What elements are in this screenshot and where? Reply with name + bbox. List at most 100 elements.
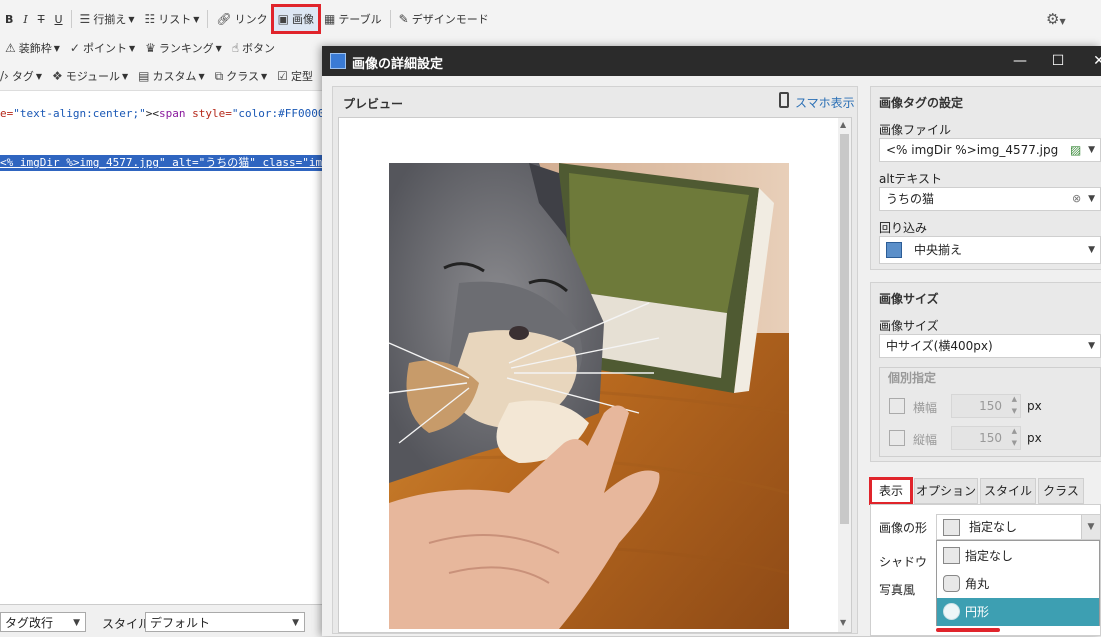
tab-style[interactable]: スタイル	[980, 478, 1036, 504]
code-tag: span	[158, 107, 186, 120]
image-label: 画像	[291, 13, 314, 26]
shape-option-circle[interactable]: 円形	[937, 598, 1099, 626]
smartphone-view-link[interactable]: スマホ表示	[795, 94, 855, 111]
image-shape-dropdown: 指定なし 角丸 円形	[936, 540, 1100, 626]
chevron-down-icon: ▼	[35, 71, 42, 81]
template-label: 定型	[290, 70, 313, 83]
image-size-select[interactable]: 中サイズ(横400px) ▼	[879, 334, 1101, 358]
preview-label: プレビュー	[343, 97, 404, 111]
point-button[interactable]: ✓ ポイント ▼	[65, 36, 140, 60]
chevron-down-icon[interactable]: ▼	[1081, 515, 1100, 539]
width-input[interactable]: 150 ▲ ▼	[951, 394, 1021, 418]
minimize-icon[interactable]: —	[1000, 50, 1040, 72]
table-button[interactable]: ▦ テーブル	[319, 7, 387, 31]
width-value: 150	[979, 399, 1002, 413]
image-add-icon[interactable]: ▨	[1070, 139, 1081, 161]
linebreak-select[interactable]: タグ改行 ▼	[0, 612, 86, 632]
chevron-down-icon: ▼	[215, 43, 222, 53]
stepper-icon[interactable]: ▲ ▼	[1012, 427, 1017, 449]
style-label: スタイル	[102, 617, 151, 631]
bold-button[interactable]: B	[0, 7, 18, 31]
code-editor[interactable]: e="text-align:center;"><span style="colo…	[0, 90, 355, 605]
close-icon[interactable]: ✕	[1079, 50, 1101, 72]
list-button[interactable]: ☷ リスト ▼	[139, 7, 204, 31]
custom-label: カスタム	[152, 70, 197, 83]
ranking-button[interactable]: ♛ ランキング ▼	[140, 36, 227, 60]
toolbar-divider	[70, 10, 72, 28]
ranking-label: ランキング	[158, 42, 214, 55]
tab-display[interactable]: 表示	[869, 477, 913, 505]
alt-text-input[interactable]: うちの猫 ⊗ ▼	[879, 187, 1101, 211]
template-icon: ☑	[277, 69, 288, 83]
class-icon: ⧉	[214, 68, 224, 83]
code-line-1: e="text-align:center;"><span style="colo…	[0, 105, 355, 121]
height-input[interactable]: 150 ▲ ▼	[951, 426, 1021, 450]
align-button[interactable]: ☰ 行揃え ▼	[75, 7, 140, 31]
style-select[interactable]: デフォルト ▼	[145, 612, 305, 632]
chevron-down-icon[interactable]: ▼	[1088, 139, 1095, 161]
alt-text-label: altテキスト	[879, 172, 943, 186]
height-label: 縦幅	[913, 433, 938, 447]
scroll-up-icon[interactable]: ▲	[840, 120, 846, 129]
image-tag-section: 画像タグの設定 画像ファイル <% imgDir %>img_4577.jpg …	[870, 86, 1101, 270]
list-label: リスト	[158, 13, 192, 26]
tab-class[interactable]: クラス	[1038, 478, 1084, 504]
chevron-down-icon[interactable]: ▼	[1088, 237, 1095, 263]
shape-option-none[interactable]: 指定なし	[937, 542, 1099, 570]
width-unit: px	[1027, 399, 1042, 413]
image-size-value: 中サイズ(横400px)	[886, 339, 993, 353]
crown-icon: ♛	[145, 41, 156, 55]
module-button[interactable]: ❖ モジュール ▼	[47, 64, 133, 88]
image-file-input[interactable]: <% imgDir %>img_4577.jpg ▨ ▼	[879, 138, 1101, 162]
photo-style-label: 写真風	[879, 583, 916, 597]
dialog-title-bar[interactable]: 画像の詳細設定 — ☐ ✕	[322, 46, 1101, 76]
shape-square-icon	[943, 547, 960, 564]
link-button[interactable]: 🔗︎ リンク	[211, 7, 272, 31]
code-string: "text-align:center;"	[13, 107, 146, 120]
code-line-selected[interactable]: <% imgDir %>img_4577.jpg" alt="うちの猫" cla…	[0, 155, 336, 171]
table-icon: ▦	[323, 12, 336, 26]
toolbar-row-2: ⚠ 装飾枠 ▼ ✓ ポイント ▼ ♛ ランキング ▼ ☝ ボタン	[0, 34, 280, 62]
design-mode-button[interactable]: ✎ デザインモード	[394, 7, 494, 31]
strike-button[interactable]: T	[33, 7, 50, 31]
point-label: ポイント	[82, 42, 127, 55]
app-icon	[330, 53, 346, 69]
button-label: ボタン	[242, 42, 276, 55]
wrap-select[interactable]: 中央揃え ▼	[879, 236, 1101, 264]
tab-option[interactable]: オプション	[914, 478, 978, 504]
shape-circle-icon	[943, 603, 960, 620]
scroll-down-icon[interactable]: ▼	[840, 618, 846, 627]
height-value: 150	[979, 431, 1002, 445]
design-mode-label: デザインモード	[411, 13, 489, 26]
smartphone-icon[interactable]	[779, 92, 789, 108]
chevron-down-icon: ▼	[128, 14, 135, 24]
width-label: 横幅	[913, 401, 938, 415]
scrollbar-thumb[interactable]	[840, 134, 849, 524]
image-file-value: <% imgDir %>img_4577.jpg	[886, 143, 1059, 157]
template-button[interactable]: ☑ 定型	[272, 64, 318, 88]
custom-button[interactable]: ▤ カスタム ▼	[133, 64, 210, 88]
clear-icon[interactable]: ⊗	[1072, 188, 1081, 210]
image-button[interactable]: ▣ 画像	[270, 4, 321, 34]
chevron-down-icon[interactable]: ▼	[1088, 335, 1095, 357]
cta-button[interactable]: ☝ ボタン	[227, 36, 280, 60]
chevron-down-icon: ▼	[53, 43, 60, 53]
maximize-icon[interactable]: ☐	[1038, 50, 1078, 72]
chevron-down-icon[interactable]: ▼	[1088, 188, 1095, 210]
shape-option-label: 角丸	[965, 577, 990, 591]
shape-option-rounded[interactable]: 角丸	[937, 570, 1099, 598]
underline-button[interactable]: U	[49, 7, 67, 31]
list-icon: ☷	[144, 12, 156, 26]
image-size-section: 画像サイズ 画像サイズ 中サイズ(横400px) ▼ 個別指定 横幅 150 ▲…	[870, 282, 1101, 462]
tag-button[interactable]: /› タグ ▼	[0, 64, 47, 88]
shape-square-icon	[943, 519, 960, 536]
italic-button[interactable]: I	[18, 7, 32, 31]
preview-scrollbar[interactable]: ▲ ▼	[838, 118, 851, 632]
preview-panel: プレビュー スマホ表示 ▲ ▼	[332, 86, 858, 634]
gear-icon[interactable]: ⚙▼	[1046, 10, 1066, 28]
image-shape-select[interactable]: 指定なし ▼	[936, 514, 1101, 540]
stepper-icon[interactable]: ▲ ▼	[1012, 395, 1017, 417]
class-button[interactable]: ⧉ クラス ▼	[210, 64, 273, 88]
image-shape-label: 画像の形	[879, 521, 928, 535]
decor-frame-button[interactable]: ⚠ 装飾枠 ▼	[0, 36, 65, 60]
